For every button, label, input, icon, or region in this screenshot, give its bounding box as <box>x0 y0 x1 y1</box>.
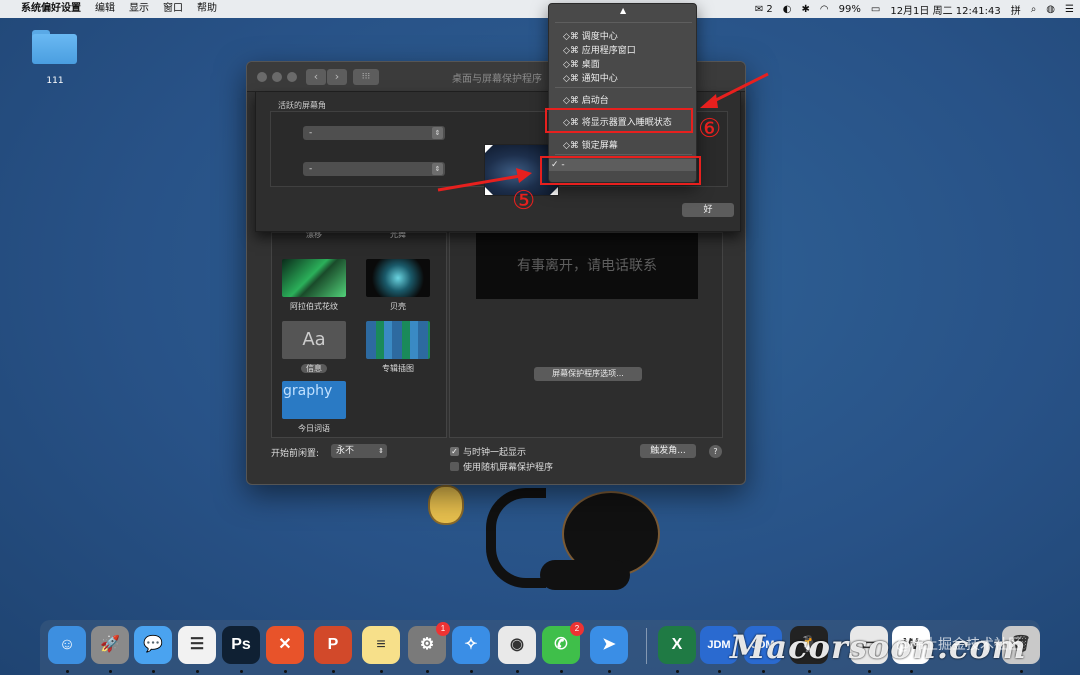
annotation-arrows <box>437 72 769 192</box>
arrow-six-head <box>700 94 718 108</box>
arrow-five-head <box>516 168 532 183</box>
arrow-six-line <box>707 72 769 106</box>
arrow-five-line <box>437 174 521 192</box>
watermark-sub: @稀土掘金技术社区 <box>896 637 1022 653</box>
